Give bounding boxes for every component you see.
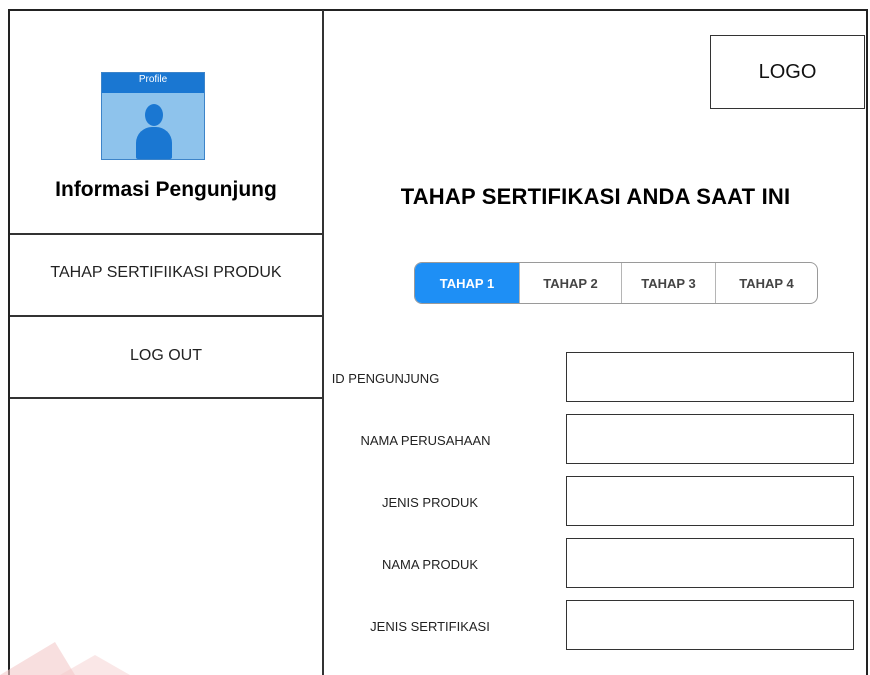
field-label-jenis-produk: JENIS PRODUK: [381, 495, 479, 510]
jenis-sertifikasi-field[interactable]: [566, 600, 854, 650]
person-head-icon: [145, 104, 163, 126]
sidebar-separator: [10, 315, 323, 317]
step-tabs: TAHAP 1 TAHAP 2 TAHAP 3 TAHAP 4: [414, 262, 818, 304]
tab-tahap-4[interactable]: TAHAP 4: [715, 263, 817, 303]
watermark-logo: [0, 642, 130, 675]
nama-produk-field[interactable]: [566, 538, 854, 588]
tab-tahap-3[interactable]: TAHAP 3: [621, 263, 715, 303]
jenis-produk-field[interactable]: [566, 476, 854, 526]
field-label-nama-produk: NAMA PRODUK: [381, 557, 479, 572]
sidebar-item-tahap-sertifikasi[interactable]: TAHAP SERTIFIIKASI PRODUK: [10, 264, 322, 282]
field-label-id-pengunjung: ID PENGUNJUNG: [331, 371, 440, 386]
sidebar-title: Informasi Pengunjung: [55, 178, 277, 201]
person-body-icon: [136, 127, 172, 159]
frame-right-border: [866, 9, 868, 675]
sidebar-separator: [10, 233, 323, 235]
sidebar-separator: [10, 397, 323, 399]
field-label-jenis-sertifikasi: JENIS SERTIFIKASI: [370, 619, 490, 634]
tab-tahap-2[interactable]: TAHAP 2: [519, 263, 621, 303]
frame-left-border: [8, 9, 10, 675]
page-title: TAHAP SERTIFIKASI ANDA SAAT INI: [400, 184, 791, 209]
profile-label: Profile: [102, 73, 204, 93]
frame-top-border: [9, 9, 867, 11]
nama-perusahaan-field[interactable]: [566, 414, 854, 464]
profile-avatar[interactable]: Profile: [101, 72, 205, 160]
field-label-nama-perusahaan: NAMA PERUSAHAAN: [360, 433, 491, 448]
tab-tahap-1[interactable]: TAHAP 1: [415, 263, 519, 303]
id-pengunjung-field[interactable]: [566, 352, 854, 402]
sidebar-divider: [322, 10, 324, 675]
sidebar-item-logout[interactable]: LOG OUT: [10, 347, 322, 365]
logo: LOGO: [710, 35, 865, 109]
